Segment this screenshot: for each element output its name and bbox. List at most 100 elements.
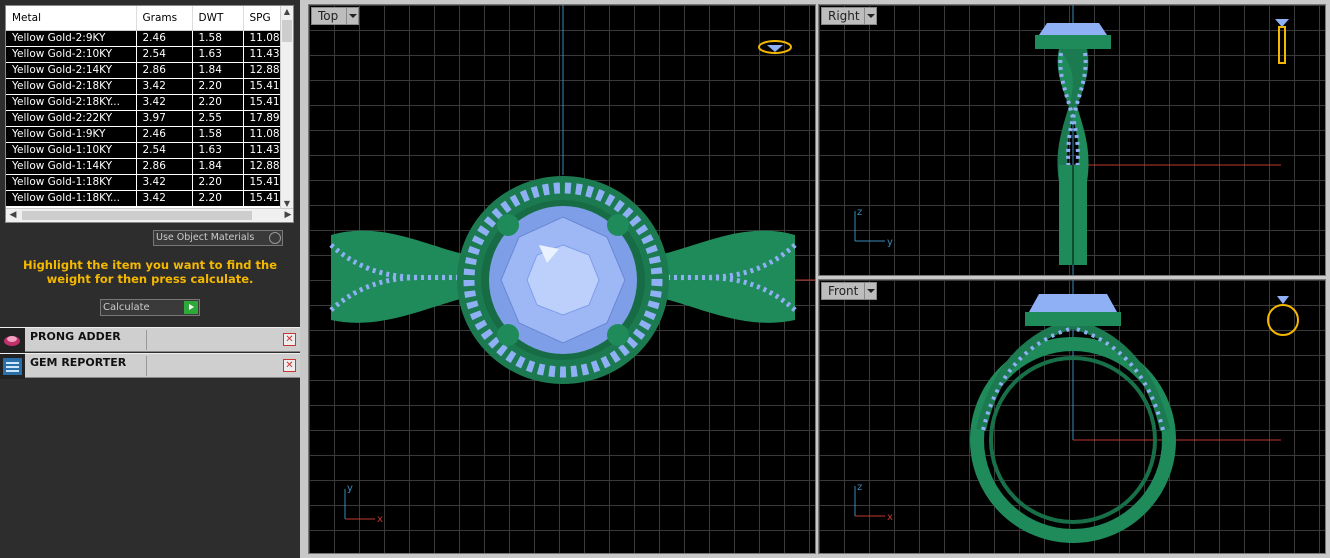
table-cell: 2.54 (136, 46, 193, 63)
table-cell: 3.97 (136, 110, 193, 127)
table-row[interactable]: Yellow Gold-1:18KY 3.42 2.20 15.41 (6, 174, 283, 191)
table-cell: 15.41 (243, 94, 283, 111)
calculate-label: Calculate (103, 302, 150, 313)
axis-label-z: z (857, 207, 862, 218)
viewport-right[interactable]: z y Right (818, 4, 1326, 276)
table-cell: 2.20 (192, 94, 244, 111)
table-cell: 11.43 (243, 142, 283, 159)
vertical-scrollbar[interactable]: ▲ ▼ (280, 6, 293, 210)
table-cell: Yellow Gold-1:18KY (6, 174, 137, 191)
column-header[interactable]: Metal (6, 6, 137, 31)
table-cell: 15.41 (243, 78, 283, 95)
table-cell: 2.86 (136, 62, 193, 79)
metal-weight-table[interactable]: Metal Grams DWT SPG Yellow Gold-2:9KY 2.46 1.… (5, 5, 294, 223)
front-view-render: z x (854, 280, 1299, 543)
table-cell: Yellow Gold-2:9KY (6, 30, 137, 47)
chevron-down-icon[interactable] (346, 8, 358, 24)
table-cell: 3.42 (136, 78, 193, 95)
viewport-label-text: Top (318, 9, 339, 23)
calculate-button[interactable]: Calculate (100, 299, 200, 316)
table-cell: 2.20 (192, 190, 244, 207)
table-cell: 12.88 (243, 158, 283, 175)
table-cell: 2.20 (192, 174, 244, 191)
close-icon[interactable]: ✕ (283, 333, 296, 346)
divider (146, 356, 147, 376)
table-cell: 1.58 (192, 30, 244, 47)
close-icon[interactable]: ✕ (283, 359, 296, 372)
table-row[interactable]: Yellow Gold-2:9KY 2.46 1.58 11.08 (6, 30, 283, 47)
table-row[interactable]: Yellow Gold-1:18KY... 3.42 2.20 15.41 (6, 190, 283, 207)
table-cell: 2.46 (136, 30, 193, 47)
table-cell: 11.08 (243, 30, 283, 47)
plugin-prong-adder[interactable]: PRONG ADDER ✕ (0, 327, 300, 353)
chevron-down-icon[interactable] (864, 283, 876, 299)
use-object-materials-dropdown[interactable]: Use Object Materials (153, 230, 283, 246)
chevron-down-icon[interactable] (864, 8, 876, 24)
column-header[interactable]: SPG (243, 6, 283, 31)
table-cell: 3.42 (136, 174, 193, 191)
plugin-name: PRONG ADDER (30, 330, 121, 343)
table-cell: 1.58 (192, 126, 244, 143)
table-cell: Yellow Gold-1:18KY... (6, 190, 137, 207)
table-cell: 17.89 (243, 110, 283, 127)
table-row[interactable]: Yellow Gold-2:18KY... 3.42 2.20 15.41 (6, 94, 283, 111)
table-cell: 3.42 (136, 94, 193, 111)
table-row[interactable]: Yellow Gold-2:22KY 3.97 2.55 17.89 (6, 110, 283, 127)
table-cell: 2.55 (192, 110, 244, 127)
viewport-label-front[interactable]: Front (821, 282, 877, 300)
prong-adder-icon (0, 328, 25, 353)
viewport-area: y x Top z y Right z x Front (300, 0, 1330, 558)
table-cell: 1.84 (192, 62, 244, 79)
table-row[interactable]: Yellow Gold-1:10KY 2.54 1.63 11.43 (6, 142, 283, 159)
use-object-materials-label: Use Object Materials (156, 232, 255, 243)
table-body: Yellow Gold-2:9KY 2.46 1.58 11.08 Yellow Gol… (6, 30, 283, 207)
axis-label-y: y (347, 483, 353, 494)
table-cell: Yellow Gold-2:18KY (6, 78, 137, 95)
table-cell: 2.86 (136, 158, 193, 175)
viewport-label-top[interactable]: Top (311, 7, 359, 25)
table-cell: 11.08 (243, 126, 283, 143)
play-icon[interactable] (184, 301, 198, 314)
table-row[interactable]: Yellow Gold-2:10KY 2.54 1.63 11.43 (6, 46, 283, 63)
table-cell: Yellow Gold-2:14KY (6, 62, 137, 79)
scroll-up-arrow-icon[interactable]: ▲ (281, 6, 293, 18)
viewport-front[interactable]: z x Front (818, 279, 1326, 554)
axis-label-x: x (887, 512, 893, 523)
metal-table: Metal Grams DWT SPG Yellow Gold-2:9KY 2.46 1.… (6, 6, 283, 207)
horizontal-scroll-thumb[interactable] (22, 211, 252, 220)
column-header[interactable]: Grams (136, 6, 193, 31)
table-row[interactable]: Yellow Gold-2:18KY 3.42 2.20 15.41 (6, 78, 283, 95)
table-row[interactable]: Yellow Gold-1:9KY 2.46 1.58 11.08 (6, 126, 283, 143)
table-cell: 3.42 (136, 190, 193, 207)
table-cell: 1.63 (192, 142, 244, 159)
radio-icon[interactable] (269, 232, 281, 244)
table-cell: Yellow Gold-2:22KY (6, 110, 137, 127)
table-row[interactable]: Yellow Gold-2:14KY 2.86 1.84 12.88 (6, 62, 283, 79)
table-cell: 11.43 (243, 46, 283, 63)
divider (146, 330, 147, 350)
scroll-left-arrow-icon[interactable]: ◀ (6, 209, 20, 222)
scroll-right-arrow-icon[interactable]: ▶ (281, 209, 293, 222)
instruction-text: Highlight the item you want to find the … (23, 258, 277, 286)
table-cell: 15.41 (243, 190, 283, 207)
table-row[interactable]: Yellow Gold-1:14KY 2.86 1.84 12.88 (6, 158, 283, 175)
table-cell: Yellow Gold-2:18KY... (6, 94, 137, 111)
left-panel: Metal Grams DWT SPG Yellow Gold-2:9KY 2.46 1.… (0, 0, 300, 558)
top-view-render: y x (329, 5, 815, 525)
viewport-label-text: Front (828, 284, 859, 298)
plugin-gem-reporter[interactable]: GEM REPORTER ✕ (0, 353, 300, 379)
right-view-render: z y (854, 5, 1289, 275)
table-cell: 1.63 (192, 46, 244, 63)
plugin-name: GEM REPORTER (30, 356, 127, 369)
table-cell: 12.88 (243, 62, 283, 79)
table-cell: Yellow Gold-1:14KY (6, 158, 137, 175)
table-cell: 2.46 (136, 126, 193, 143)
vertical-scroll-thumb[interactable] (282, 20, 292, 42)
column-header[interactable]: DWT (192, 6, 244, 31)
gem-reporter-icon (0, 354, 25, 379)
viewport-label-right[interactable]: Right (821, 7, 877, 25)
horizontal-scrollbar[interactable]: ◀ ▶ (6, 208, 293, 222)
viewport-top[interactable]: y x Top (308, 4, 816, 554)
table-cell: 1.84 (192, 158, 244, 175)
app-window: Metal Grams DWT SPG Yellow Gold-2:9KY 2.46 1.… (0, 0, 1330, 558)
